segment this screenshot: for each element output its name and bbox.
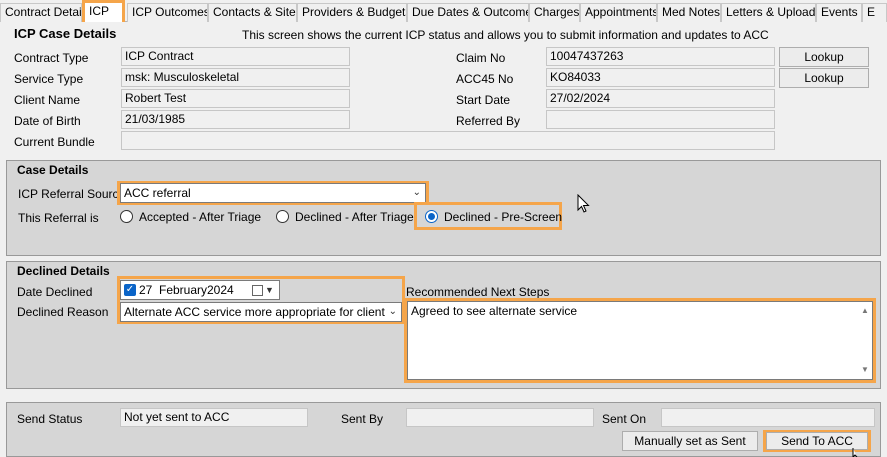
current-bundle-label: Current Bundle — [14, 135, 95, 149]
sent-by-field[interactable] — [406, 408, 594, 427]
send-status-label: Send Status — [17, 412, 83, 426]
scroll-up-icon[interactable]: ▲ — [859, 305, 871, 317]
date-declined-label: Date Declined — [17, 285, 93, 299]
dob-label: Date of Birth — [14, 114, 81, 128]
sent-on-field[interactable] — [661, 408, 875, 427]
tab-icp-outcomes[interactable]: ICP Outcomes — [127, 3, 208, 22]
next-steps-label: Recommended Next Steps — [406, 285, 550, 299]
tab-bar: Contract Details ICP ICP Outcomes Contac… — [0, 0, 887, 22]
referral-source-select[interactable]: ACC referral ⌄ — [120, 183, 426, 203]
acc45-label: ACC45 No — [456, 72, 514, 86]
start-date-field[interactable]: 27/02/2024 — [546, 89, 775, 108]
page-description: This screen shows the current ICP status… — [242, 28, 769, 42]
tab-contract-details[interactable]: Contract Details — [0, 3, 82, 22]
tab-appointments[interactable]: Appointments — [580, 3, 657, 22]
start-date-label: Start Date — [456, 93, 511, 107]
next-steps-textarea[interactable]: Agreed to see alternate service ▲ ▼ — [407, 301, 873, 380]
tab-charges[interactable]: Charges — [529, 3, 580, 22]
tab-overflow[interactable]: E — [862, 3, 887, 22]
claim-lookup-button[interactable]: Lookup — [779, 47, 869, 67]
checkbox-checked-icon[interactable]: ✓ — [124, 284, 136, 296]
referral-is-label: This Referral is — [18, 211, 99, 225]
declined-reason-label: Declined Reason — [17, 305, 109, 319]
tab-contacts-sites[interactable]: Contacts & Sites — [208, 3, 297, 22]
tab-icp[interactable]: ICP — [82, 0, 125, 22]
radio-accepted-after-triage[interactable] — [120, 210, 133, 223]
tab-letters-uploads[interactable]: Letters & Uploads — [721, 3, 816, 22]
declined-reason-value: Alternate ACC service more appropriate f… — [124, 305, 385, 319]
client-name-field[interactable]: Robert Test — [121, 89, 350, 108]
radio-declined-pre-screen[interactable] — [425, 210, 438, 223]
date-month[interactable]: February — [159, 281, 207, 299]
current-bundle-field[interactable] — [121, 131, 775, 150]
tab-events[interactable]: Events — [816, 3, 862, 22]
page-title: ICP Case Details — [14, 26, 117, 41]
sent-on-label: Sent On — [602, 412, 647, 426]
mouse-cursor-icon — [852, 448, 858, 457]
acc45-field[interactable]: KO84033 — [546, 68, 775, 87]
mouse-cursor-icon — [577, 194, 590, 213]
radio-accepted-after-triage-label: Accepted - After Triage — [139, 210, 262, 224]
chevron-down-icon: ⌄ — [412, 187, 421, 198]
referral-source-label: ICP Referral Source — [18, 187, 126, 201]
referral-source-value: ACC referral — [124, 186, 191, 200]
radio-declined-after-triage-label: Declined - After Triage — [295, 210, 414, 224]
calendar-icon[interactable] — [252, 285, 263, 296]
referred-by-field[interactable] — [546, 110, 775, 129]
sent-by-label: Sent By — [341, 412, 384, 426]
service-type-label: Service Type — [14, 72, 84, 86]
date-declined-picker[interactable]: ✓ 27 February 2024 ▼ — [120, 280, 280, 300]
referred-by-label: Referred By — [456, 114, 521, 128]
radio-declined-after-triage[interactable] — [276, 210, 289, 223]
manually-set-sent-button[interactable]: Manually set as Sent — [622, 431, 758, 451]
contract-type-field[interactable]: ICP Contract — [121, 47, 350, 66]
next-steps-value: Agreed to see alternate service — [411, 304, 578, 318]
contract-type-label: Contract Type — [14, 51, 89, 65]
case-details-title: Case Details — [17, 163, 89, 177]
radio-declined-pre-screen-label: Declined - Pre-Screen — [444, 210, 563, 224]
tab-due-dates-outcomes[interactable]: Due Dates & Outcomes — [407, 3, 529, 22]
dob-field[interactable]: 21/03/1985 — [121, 110, 350, 129]
client-name-label: Client Name — [14, 93, 81, 107]
tab-providers-budgets[interactable]: Providers & Budgets — [297, 3, 407, 22]
service-type-field[interactable]: msk: Musculoskeletal — [121, 68, 350, 87]
declined-reason-select[interactable]: Alternate ACC service more appropriate f… — [120, 302, 402, 322]
date-day[interactable]: 27 — [139, 281, 152, 299]
claim-no-field[interactable]: 10047437263 — [546, 47, 775, 66]
scroll-down-icon[interactable]: ▼ — [859, 364, 871, 376]
chevron-down-icon[interactable]: ▼ — [265, 281, 274, 299]
date-year[interactable]: 2024 — [207, 281, 234, 299]
tab-med-notes[interactable]: Med Notes — [657, 3, 721, 22]
send-status-field[interactable]: Not yet sent to ACC — [120, 408, 308, 427]
claim-no-label: Claim No — [456, 51, 506, 65]
chevron-down-icon: ⌄ — [388, 306, 397, 317]
acc45-lookup-button[interactable]: Lookup — [779, 68, 869, 88]
declined-details-title: Declined Details — [17, 264, 110, 278]
